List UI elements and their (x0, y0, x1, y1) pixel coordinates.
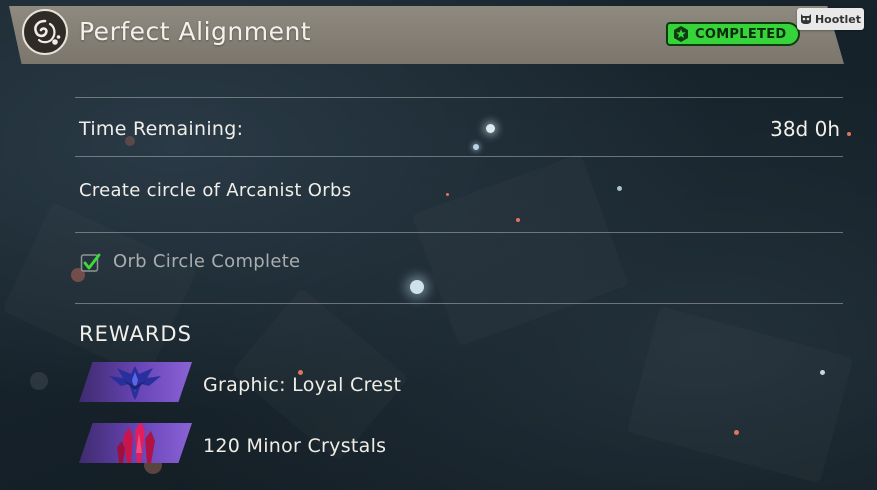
time-remaining-value: 38d 0h (770, 117, 840, 141)
background-shape (411, 153, 628, 346)
quest-title: Perfect Alignment (79, 17, 312, 46)
divider (75, 97, 843, 98)
star (847, 132, 851, 136)
star (734, 430, 739, 435)
rewards-heading: REWARDS (79, 322, 192, 346)
reward-label: 120 Minor Crystals (203, 435, 387, 457)
reward-label: Graphic: Loyal Crest (203, 374, 402, 396)
status-text: COMPLETED (695, 26, 787, 42)
divider (75, 156, 843, 157)
hootlet-extension-button[interactable]: Hootlet (797, 8, 864, 30)
reward-thumbnail (79, 423, 192, 463)
star (410, 280, 424, 294)
star (486, 124, 495, 133)
crest-icon (109, 366, 161, 400)
star-badge-icon (672, 25, 690, 43)
star (446, 193, 449, 196)
star (516, 218, 520, 222)
owl-icon (800, 10, 812, 29)
swirl-emblem-icon (22, 9, 68, 55)
crystals-icon (117, 423, 155, 463)
checkmark-icon (80, 252, 102, 274)
divider (75, 232, 843, 233)
objective-label: Orb Circle Complete (113, 251, 301, 272)
star (617, 186, 622, 191)
hootlet-label: Hootlet (814, 12, 862, 26)
reward-thumbnail (79, 362, 192, 402)
star (30, 372, 48, 390)
divider (75, 303, 843, 304)
background-shape (2, 202, 198, 378)
background-shape (627, 306, 854, 483)
completed-badge: COMPLETED (666, 22, 800, 46)
star (473, 144, 479, 150)
star (820, 370, 825, 375)
time-remaining-label: Time Remaining: (79, 118, 244, 140)
quest-description: Create circle of Arcanist Orbs (79, 180, 352, 201)
